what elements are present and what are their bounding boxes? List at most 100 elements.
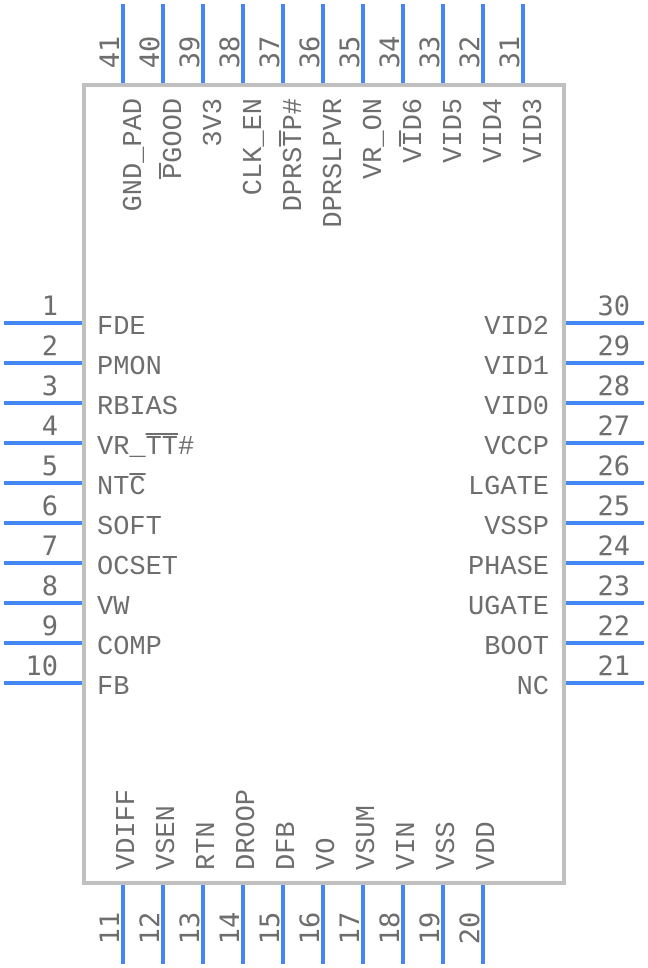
pin-31: 31 bbox=[495, 4, 526, 84]
pin-number: 32 bbox=[455, 36, 486, 69]
pin-25: 25 bbox=[564, 491, 644, 525]
pin-30: 30 bbox=[564, 291, 644, 325]
pin-number: 16 bbox=[295, 912, 326, 945]
pin-number: 13 bbox=[175, 912, 206, 945]
pin-label-fde: FDE bbox=[97, 313, 146, 343]
pin-number: 15 bbox=[255, 912, 286, 945]
pin-label-clk-en: CLK_EN bbox=[240, 98, 270, 195]
pin-number: 36 bbox=[295, 36, 326, 69]
pin-label-vw: VW bbox=[97, 593, 130, 623]
pin-4: 4 bbox=[4, 411, 84, 445]
pin-35: 35 bbox=[335, 4, 366, 84]
pin-label-vid1: VID1 bbox=[484, 353, 549, 383]
pin-label-vr-on: VR_ON bbox=[360, 98, 390, 179]
pin-number: 17 bbox=[335, 912, 366, 945]
pin-label-vin: VIN bbox=[393, 821, 423, 870]
pin-number: 24 bbox=[597, 531, 630, 562]
pin-label-pgood: PGOOD bbox=[160, 98, 190, 179]
pin-number: 2 bbox=[42, 331, 58, 362]
pin-number: 3 bbox=[42, 371, 58, 402]
pin-label-vid0: VID0 bbox=[484, 393, 549, 423]
pin-11: 11 bbox=[95, 884, 126, 964]
pin-number: 19 bbox=[415, 912, 446, 945]
pin-38: 38 bbox=[215, 4, 246, 84]
pin-label-gnd-pad: GND_PAD bbox=[120, 98, 150, 211]
pin-7: 7 bbox=[4, 531, 84, 565]
pin-23: 23 bbox=[564, 571, 644, 605]
pin-15: 15 bbox=[255, 884, 286, 964]
pin-label-vid5: VID5 bbox=[440, 98, 470, 163]
pin-41: 41 bbox=[95, 4, 126, 84]
pin-label-pmon: PMON bbox=[97, 353, 162, 383]
pin-label-dprslpvr: DPRSLPVR bbox=[320, 98, 350, 228]
pin-number: 25 bbox=[597, 491, 630, 522]
pin-12: 12 bbox=[135, 884, 166, 964]
pin-number: 28 bbox=[597, 371, 630, 402]
pin-2: 2 bbox=[4, 331, 84, 365]
pin-label-rbias: RBIAS bbox=[97, 393, 178, 423]
pin-26: 26 bbox=[564, 451, 644, 485]
pin-number: 7 bbox=[42, 531, 58, 562]
pin-label-phase: PHASE bbox=[468, 553, 549, 583]
pin-22: 22 bbox=[564, 611, 644, 645]
pin-16: 16 bbox=[295, 884, 326, 964]
pin-label-vsum: VSUM bbox=[353, 805, 383, 870]
pin-32: 32 bbox=[455, 4, 486, 84]
pin-label-dfb: DFB bbox=[273, 821, 303, 870]
pin-number: 31 bbox=[495, 36, 526, 69]
pin-number: 12 bbox=[135, 912, 166, 945]
pin-label-vo: VO bbox=[313, 838, 343, 870]
pin-label-soft: SOFT bbox=[97, 513, 162, 543]
pin-label-boot: BOOT bbox=[484, 633, 549, 663]
pin-number: 41 bbox=[95, 36, 126, 69]
pin-number: 39 bbox=[175, 36, 206, 69]
pin-24: 24 bbox=[564, 531, 644, 565]
pin-number: 8 bbox=[42, 571, 58, 602]
pin-number: 4 bbox=[42, 411, 58, 442]
pin-19: 19 bbox=[415, 884, 446, 964]
pin-20: 20 bbox=[455, 884, 486, 964]
pin-number: 40 bbox=[135, 36, 166, 69]
pin-8: 8 bbox=[4, 571, 84, 605]
pin-label-comp: COMP bbox=[97, 633, 162, 663]
pin-number: 27 bbox=[597, 411, 630, 442]
pin-label-ntc: NTC bbox=[97, 473, 146, 503]
pin-33: 33 bbox=[415, 4, 446, 84]
pin-36: 36 bbox=[295, 4, 326, 84]
pin-number: 21 bbox=[597, 651, 630, 682]
pin-label-vid2: VID2 bbox=[484, 313, 549, 343]
pin-label-vid4: VID4 bbox=[480, 98, 510, 163]
pin-label-3v3: 3V3 bbox=[200, 98, 230, 147]
pin-17: 17 bbox=[335, 884, 366, 964]
pin-label-nc: NC bbox=[517, 673, 549, 703]
pin-13: 13 bbox=[175, 884, 206, 964]
pin-label-droop: DROOP bbox=[233, 789, 263, 870]
pin-27: 27 bbox=[564, 411, 644, 445]
pin-label-ocset: OCSET bbox=[97, 553, 178, 583]
pin-number: 11 bbox=[95, 912, 126, 945]
pin-label-vdiff: VDIFF bbox=[113, 789, 143, 870]
pin-label-vdd: VDD bbox=[473, 821, 503, 870]
pin-40: 40 bbox=[135, 4, 166, 84]
pin-29: 29 bbox=[564, 331, 644, 365]
pin-number: 14 bbox=[215, 912, 246, 945]
pin-1: 1 bbox=[4, 291, 84, 325]
pin-number: 22 bbox=[597, 611, 630, 642]
ic-schematic-symbol: 41 40 39 38 37 36 35 34 33 32 31123456789103029282… bbox=[4, 4, 644, 964]
pin-14: 14 bbox=[215, 884, 246, 964]
pin-label-vsen: VSEN bbox=[153, 805, 183, 870]
pin-number: 20 bbox=[455, 912, 486, 945]
pin-10: 10 bbox=[4, 651, 84, 685]
pin-number: 10 bbox=[25, 651, 58, 682]
pin-number: 1 bbox=[42, 291, 58, 322]
pin-number: 35 bbox=[335, 36, 366, 69]
pin-label-vccp: VCCP bbox=[484, 433, 549, 463]
pin-number: 18 bbox=[375, 912, 406, 945]
pin-number: 5 bbox=[42, 451, 58, 482]
pin-label-vr-tt: VR_TT# bbox=[97, 433, 194, 463]
pin-label-vid6: VID6 bbox=[400, 98, 430, 163]
pin-label-vssp: VSSP bbox=[484, 513, 549, 543]
pin-number: 9 bbox=[42, 611, 58, 642]
pin-5: 5 bbox=[4, 451, 84, 485]
pin-number: 33 bbox=[415, 36, 446, 69]
